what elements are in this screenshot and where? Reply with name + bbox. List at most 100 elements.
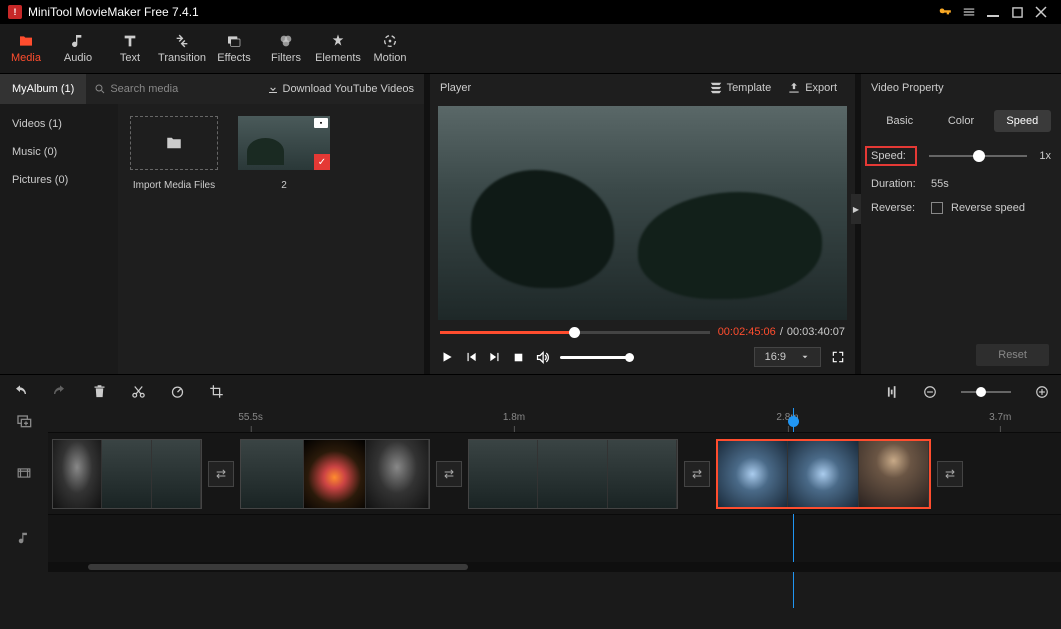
tab-audio[interactable]: Audio: [52, 24, 104, 73]
player-seekbar[interactable]: [440, 331, 710, 334]
media-clip[interactable]: ▪ ✓ 2: [238, 116, 330, 191]
zoom-in-button[interactable]: [1035, 385, 1049, 399]
reverse-label: Reverse:: [871, 202, 923, 214]
video-track-header[interactable]: [0, 432, 48, 514]
player-panel: Player Template Export 00:02:45:06 / 00:…: [430, 74, 855, 374]
check-icon: ✓: [314, 154, 330, 170]
sidebar-item-pictures[interactable]: Pictures (0): [0, 166, 118, 194]
stop-button[interactable]: [512, 351, 525, 364]
tab-effects-label: Effects: [217, 52, 250, 64]
video-track[interactable]: ⇄ ⇄ ⇄ ⇄: [48, 432, 1061, 514]
duration-label: Duration:: [871, 178, 923, 190]
tab-media[interactable]: Media: [0, 24, 52, 73]
tab-motion-label: Motion: [373, 52, 406, 64]
zoom-slider[interactable]: [961, 391, 1011, 393]
sidebar-item-videos[interactable]: Videos (1): [0, 110, 118, 138]
export-button[interactable]: Export: [779, 81, 845, 95]
delete-button[interactable]: [92, 384, 107, 399]
property-title: Video Property: [871, 82, 944, 94]
sidebar-item-music[interactable]: Music (0): [0, 138, 118, 166]
next-frame-button[interactable]: [488, 350, 502, 364]
fullscreen-button[interactable]: [831, 350, 845, 364]
speed-slider[interactable]: [929, 155, 1027, 157]
chevron-down-icon: [800, 352, 810, 362]
audio-track[interactable]: [48, 514, 1061, 562]
audio-mixer-icon[interactable]: [885, 385, 899, 399]
reset-button[interactable]: Reset: [976, 344, 1049, 366]
media-sidebar: Videos (1) Music (0) Pictures (0): [0, 104, 118, 374]
duration-value: 55s: [931, 178, 949, 190]
transition-button[interactable]: ⇄: [937, 461, 963, 487]
reverse-checkbox[interactable]: [931, 202, 943, 214]
tab-motion[interactable]: Motion: [364, 24, 416, 73]
timeline-ruler[interactable]: 55.5s 1.8m 2.8m 3.7m: [48, 408, 1061, 432]
app-logo: !: [8, 5, 22, 19]
volume-icon[interactable]: [535, 350, 550, 365]
prop-tab-color[interactable]: Color: [932, 110, 989, 132]
speed-value: 1x: [1039, 150, 1051, 162]
template-icon: [709, 81, 723, 95]
tab-audio-label: Audio: [64, 52, 92, 64]
audio-track-header[interactable]: [0, 514, 48, 562]
speed-tool-button[interactable]: [170, 384, 185, 399]
aspect-ratio-select[interactable]: 16:9: [754, 347, 821, 367]
video-badge-icon: ▪: [314, 118, 328, 128]
export-icon: [787, 81, 801, 95]
timeline-clip[interactable]: [468, 439, 678, 509]
template-button[interactable]: Template: [701, 81, 780, 95]
media-panel: MyAlbum (1) Search media Download YouTub…: [0, 74, 424, 374]
tab-text-label: Text: [120, 52, 140, 64]
tab-filters-label: Filters: [271, 52, 301, 64]
play-button[interactable]: [440, 350, 454, 364]
volume-slider[interactable]: [560, 356, 630, 359]
speed-label: Speed:: [865, 146, 917, 166]
prop-tab-speed[interactable]: Speed: [994, 110, 1051, 132]
tab-text[interactable]: Text: [104, 24, 156, 73]
import-media-tile[interactable]: Import Media Files: [130, 116, 218, 191]
license-key-icon[interactable]: [933, 2, 957, 22]
timeline-clip[interactable]: [52, 439, 202, 509]
folder-icon: [163, 134, 185, 152]
main-tabs: Media Audio Text Transition Effects Filt…: [0, 24, 1061, 74]
timeline-scrollbar[interactable]: [48, 562, 1061, 572]
prop-tab-basic[interactable]: Basic: [871, 110, 928, 132]
tab-transition[interactable]: Transition: [156, 24, 208, 73]
property-panel: ▶ Video Property Basic Color Speed Speed…: [861, 74, 1061, 374]
reverse-check-label: Reverse speed: [951, 202, 1025, 214]
search-input[interactable]: Search media: [86, 83, 256, 95]
time-total: 00:03:40:07: [787, 326, 845, 338]
transition-button[interactable]: ⇄: [208, 461, 234, 487]
download-youtube-link[interactable]: Download YouTube Videos: [257, 83, 425, 95]
tab-transition-label: Transition: [158, 52, 206, 64]
close-button[interactable]: [1029, 2, 1053, 22]
split-button[interactable]: [131, 384, 146, 399]
redo-button[interactable]: [52, 384, 68, 400]
crop-button[interactable]: [209, 384, 224, 399]
album-tab[interactable]: MyAlbum (1): [0, 74, 86, 104]
menu-icon[interactable]: [957, 2, 981, 22]
minimize-button[interactable]: [981, 2, 1005, 22]
tab-elements[interactable]: Elements: [312, 24, 364, 73]
collapse-panel-button[interactable]: ▶: [851, 194, 861, 224]
transition-button[interactable]: ⇄: [436, 461, 462, 487]
titlebar: ! MiniTool MovieMaker Free 7.4.1: [0, 0, 1061, 24]
zoom-out-button[interactable]: [923, 385, 937, 399]
download-icon: [267, 83, 279, 95]
transition-button[interactable]: ⇄: [684, 461, 710, 487]
search-icon: [94, 83, 106, 95]
add-track-button[interactable]: [0, 408, 48, 432]
time-current: 00:02:45:06: [718, 326, 776, 338]
maximize-button[interactable]: [1005, 2, 1029, 22]
prev-frame-button[interactable]: [464, 350, 478, 364]
undo-button[interactable]: [12, 384, 28, 400]
tab-media-label: Media: [11, 52, 41, 64]
timeline-clip[interactable]: [240, 439, 430, 509]
player-preview[interactable]: [438, 106, 847, 320]
tab-filters[interactable]: Filters: [260, 24, 312, 73]
tab-elements-label: Elements: [315, 52, 361, 64]
app-title: MiniTool MovieMaker Free 7.4.1: [28, 5, 199, 19]
tab-effects[interactable]: Effects: [208, 24, 260, 73]
timeline: 55.5s 1.8m 2.8m 3.7m ⇄ ⇄: [0, 408, 1061, 629]
timeline-clip-selected[interactable]: [716, 439, 931, 509]
timeline-toolbar: [0, 374, 1061, 408]
